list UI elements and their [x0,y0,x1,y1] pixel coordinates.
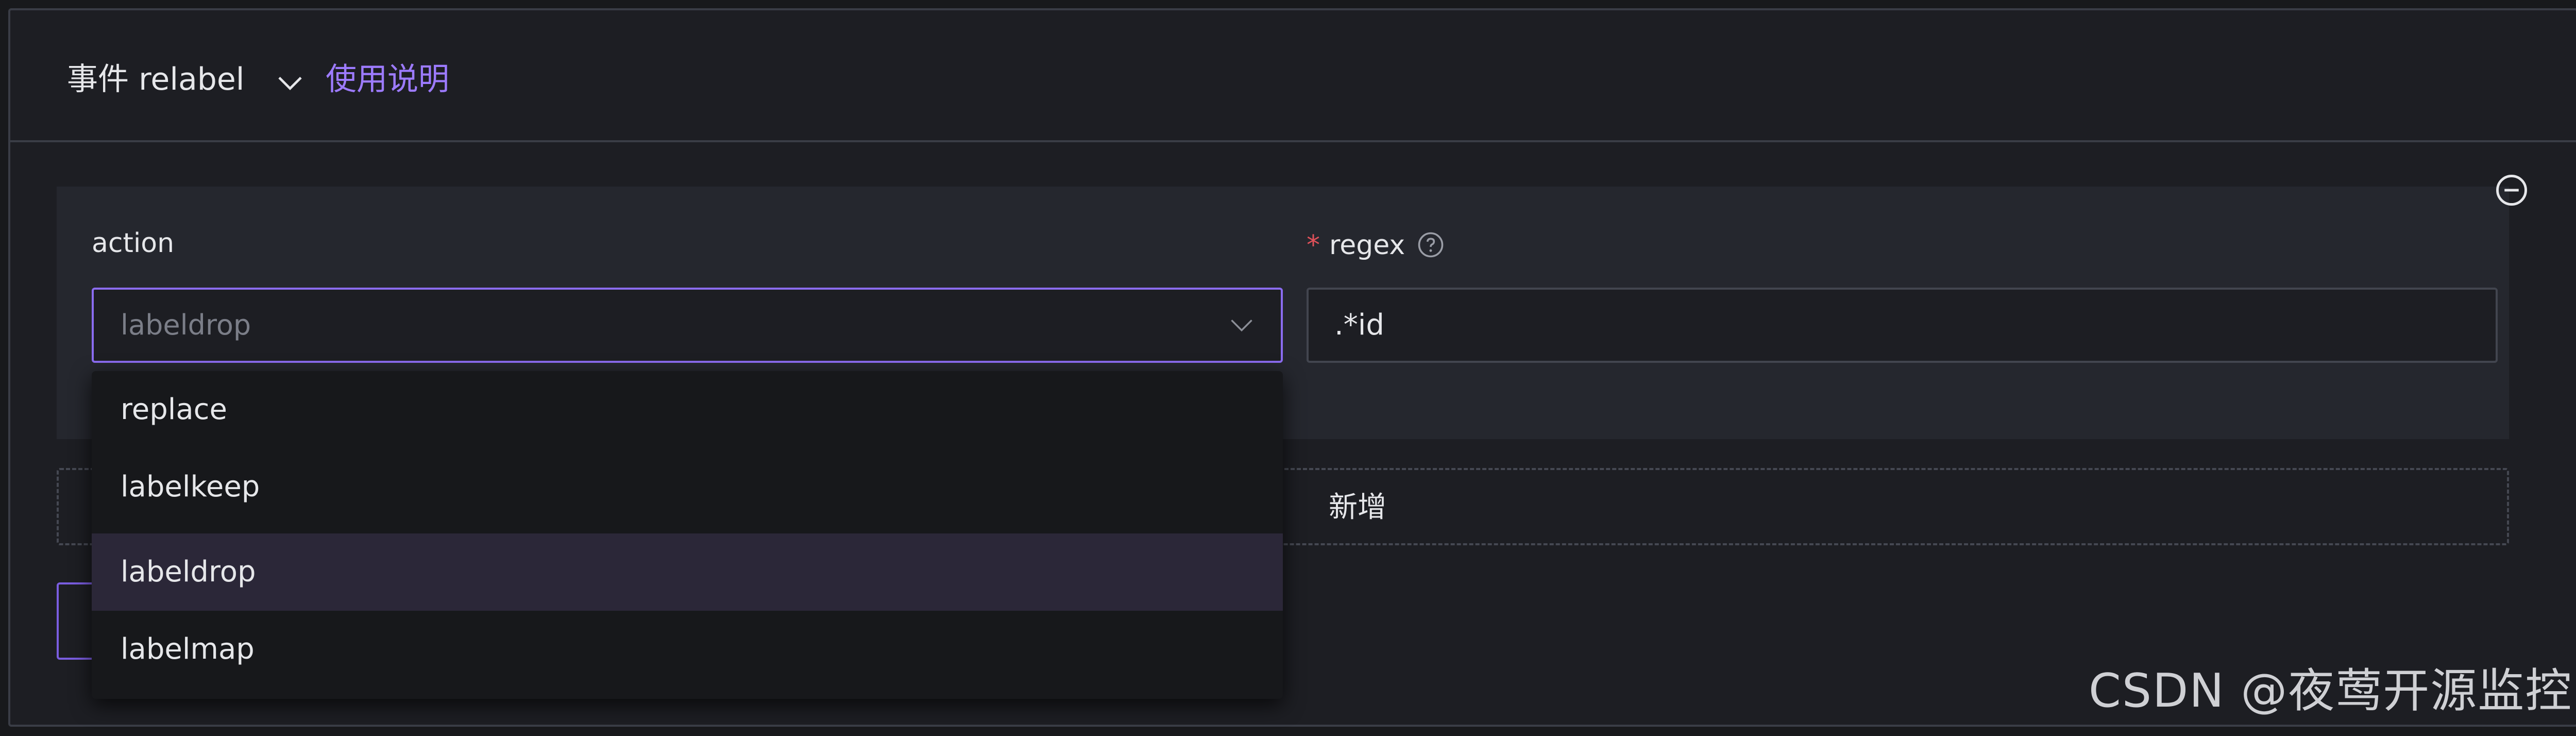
add-rule-label: 新增 [1329,491,1386,524]
action-label: action [92,228,175,259]
help-link[interactable]: 使用说明 [326,61,449,98]
option-label: replace [121,393,227,426]
regex-label: regex [1329,230,1405,261]
action-dropdown: replace labelkeep labeldrop labelmap [92,371,1283,699]
regex-label-group: * regex [1307,229,1405,262]
minus-circle-icon[interactable] [2495,173,2529,207]
panel-title: 事件 relabel [67,61,245,97]
watermark: CSDN @夜莺开源监控 [2089,664,2573,718]
required-mark: * [1307,230,1320,261]
chevron-down-icon [1231,320,1252,332]
action-option-labeldrop[interactable]: labeldrop [92,533,1283,611]
action-select[interactable]: labeldrop [92,288,1283,363]
regex-input[interactable]: .*id [1307,288,2498,363]
question-circle-icon[interactable] [1417,231,1445,259]
panel-header: 事件 relabel 使用说明 [10,10,2576,142]
option-label: labelmap [121,632,255,666]
action-option-replace[interactable]: replace [92,371,1283,448]
chevron-down-icon[interactable] [276,68,304,97]
regex-input-value: .*id [1334,308,1384,342]
action-option-labelkeep[interactable]: labelkeep [92,448,1283,526]
option-label: labelkeep [121,470,260,504]
option-label: labeldrop [121,555,256,589]
action-option-labelmap[interactable]: labelmap [92,611,1283,688]
action-select-value: labeldrop [121,309,251,341]
